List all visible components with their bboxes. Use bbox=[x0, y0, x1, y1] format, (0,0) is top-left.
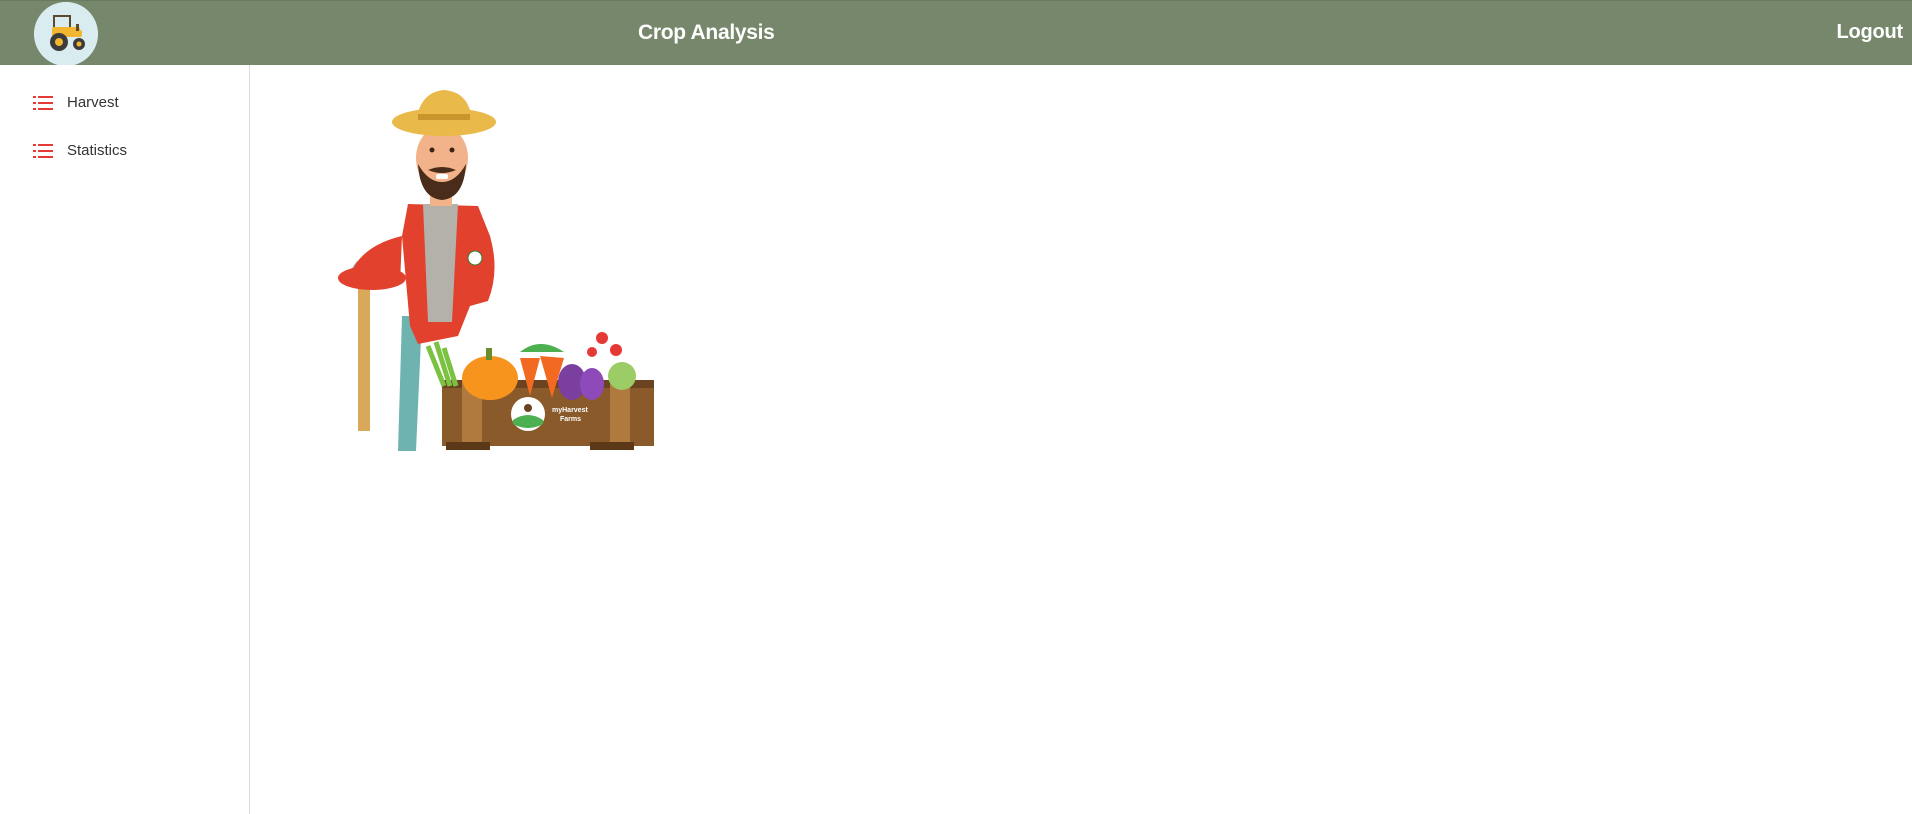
crate-label-line2: Farms bbox=[560, 416, 581, 423]
sidebar-item-label: Harvest bbox=[67, 94, 119, 111]
sidebar-item-harvest[interactable]: Harvest bbox=[0, 83, 249, 123]
list-icon bbox=[33, 95, 53, 111]
farmer-illustration: myHarvest Farms bbox=[320, 86, 660, 466]
sidebar-item-statistics[interactable]: Statistics bbox=[0, 131, 249, 171]
tractor-logo-icon[interactable] bbox=[34, 2, 98, 66]
crate-label-line1: myHarvest bbox=[552, 407, 588, 414]
top-navbar: Crop Analysis Logout bbox=[0, 0, 1912, 66]
list-icon bbox=[33, 143, 53, 159]
app-title: Crop Analysis bbox=[638, 21, 775, 44]
sidebar-item-label: Statistics bbox=[67, 142, 128, 159]
sidebar: Harvest Statistics bbox=[0, 65, 250, 814]
logout-button[interactable]: Logout bbox=[1836, 21, 1903, 44]
